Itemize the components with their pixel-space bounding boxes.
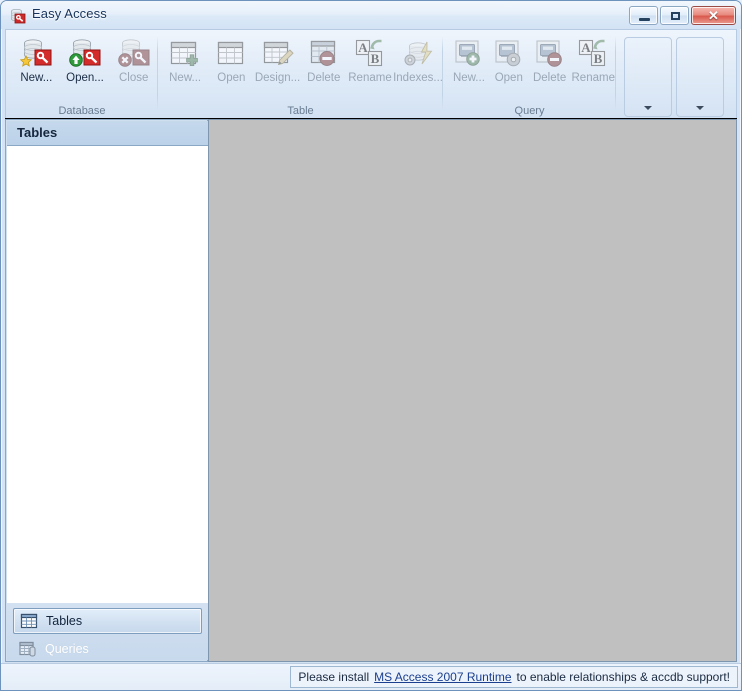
database-new-label: New... (20, 72, 53, 84)
table-group-label: Table (287, 105, 314, 117)
sidebar-item-tables-label: Tables (46, 614, 83, 628)
table-new-label: New... (169, 72, 202, 84)
status-message-panel: Please install MS Access 2007 Runtime to… (290, 666, 738, 688)
table-rename-label: Rename (348, 72, 392, 84)
table-delete-button[interactable]: Delete (301, 33, 347, 85)
ribbon-side-panels (616, 30, 726, 119)
ribbon-group-query: New... Open Delete A B Rename Query (443, 30, 616, 119)
table-open-icon (215, 37, 247, 69)
chevron-down-icon[interactable] (696, 106, 704, 110)
svg-text:B: B (371, 51, 380, 66)
table-open-label: Open (217, 72, 246, 84)
query-group-items: New... Open Delete A B Rename (443, 30, 616, 104)
indexes-icon (402, 37, 434, 69)
grid-table-icon (20, 613, 38, 629)
maximize-icon (671, 12, 680, 20)
table-delete-icon (308, 37, 340, 69)
application-window: Easy Access ✕ New... Open... Close Datab… (0, 0, 742, 691)
side-panel-items (616, 30, 726, 117)
query-open-button[interactable]: Open (489, 33, 529, 85)
table-new-icon (169, 37, 201, 69)
database-group-label: Database (58, 105, 106, 117)
query-rename-label: Rename (571, 72, 615, 84)
table-design-label: Design... (254, 72, 301, 84)
query-open-icon (493, 37, 525, 69)
status-text-after: to enable relationships & accdb support! (516, 670, 730, 684)
rename-ab-icon: A B (577, 37, 609, 69)
sidebar-navigation: Tables Queries (7, 603, 208, 660)
sidebar-header: Tables (7, 121, 208, 146)
ms-access-runtime-link[interactable]: MS Access 2007 Runtime (374, 670, 511, 684)
svg-text:A: A (358, 40, 368, 55)
database-close-label: Close (118, 72, 149, 84)
close-icon: ✕ (708, 8, 719, 23)
ribbon-panel-1[interactable] (624, 37, 672, 117)
query-delete-label: Delete (532, 72, 567, 84)
sidebar-item-queries[interactable]: Queries (13, 636, 202, 662)
title-bar[interactable]: Easy Access ✕ (1, 1, 741, 29)
ribbon-toolbar: New... Open... Close Database New... Ope… (5, 29, 737, 118)
table-group-items: New... Open Design... Delete A B Rename … (158, 30, 443, 104)
database-group-items: New... Open... Close (6, 30, 158, 104)
window-controls: ✕ (629, 6, 736, 25)
table-indexes-button[interactable]: Indexes... (393, 33, 443, 85)
svg-text:A: A (582, 40, 592, 55)
table-design-icon (262, 37, 294, 69)
tables-list[interactable] (7, 146, 208, 604)
sidebar-item-queries-label: Queries (45, 642, 89, 656)
chevron-down-icon[interactable] (644, 106, 652, 110)
svg-text:B: B (594, 51, 603, 66)
query-delete-icon (534, 37, 566, 69)
database-close-icon (117, 37, 150, 69)
query-open-label: Open (494, 72, 523, 84)
minimize-icon (639, 18, 650, 21)
ribbon-panel-2[interactable] (676, 37, 724, 117)
database-open-icon (69, 37, 101, 69)
ribbon-groups: New... Open... Close Database New... Ope… (6, 30, 726, 119)
database-open-button[interactable]: Open... (61, 33, 110, 85)
database-new-button[interactable]: New... (12, 33, 61, 85)
query-rename-button[interactable]: A B Rename (570, 33, 616, 85)
database-close-button[interactable]: Close (109, 33, 158, 85)
ribbon-group-table: New... Open Design... Delete A B Rename … (158, 30, 443, 119)
database-open-label: Open... (66, 72, 104, 84)
table-indexes-label: Indexes... (393, 72, 443, 84)
access-database-icon (10, 8, 26, 24)
close-button[interactable]: ✕ (691, 6, 736, 25)
workspace-panel[interactable] (208, 119, 737, 662)
table-new-button[interactable]: New... (162, 33, 208, 85)
sidebar-title: Tables (17, 125, 58, 140)
table-delete-label: Delete (307, 72, 341, 84)
query-new-button[interactable]: New... (449, 33, 489, 85)
query-new-icon (453, 37, 485, 69)
rename-ab-icon: A B (354, 37, 386, 69)
maximize-button[interactable] (660, 6, 689, 25)
table-design-button[interactable]: Design... (254, 33, 300, 85)
status-text-before: Please install (298, 670, 370, 684)
status-bar: Please install MS Access 2007 Runtime to… (1, 663, 741, 690)
window-title: Easy Access (32, 6, 107, 21)
grid-query-icon (19, 641, 37, 657)
sidebar: Tables Tables Queries (5, 119, 208, 662)
query-delete-button[interactable]: Delete (529, 33, 571, 85)
ribbon-group-database: New... Open... Close Database (6, 30, 158, 119)
database-new-icon (20, 37, 52, 69)
sidebar-item-tables[interactable]: Tables (13, 608, 202, 634)
minimize-button[interactable] (629, 6, 658, 25)
table-rename-button[interactable]: A B Rename (347, 33, 393, 85)
table-open-button[interactable]: Open (208, 33, 254, 85)
query-group-label: Query (514, 105, 545, 117)
query-new-label: New... (452, 72, 485, 84)
